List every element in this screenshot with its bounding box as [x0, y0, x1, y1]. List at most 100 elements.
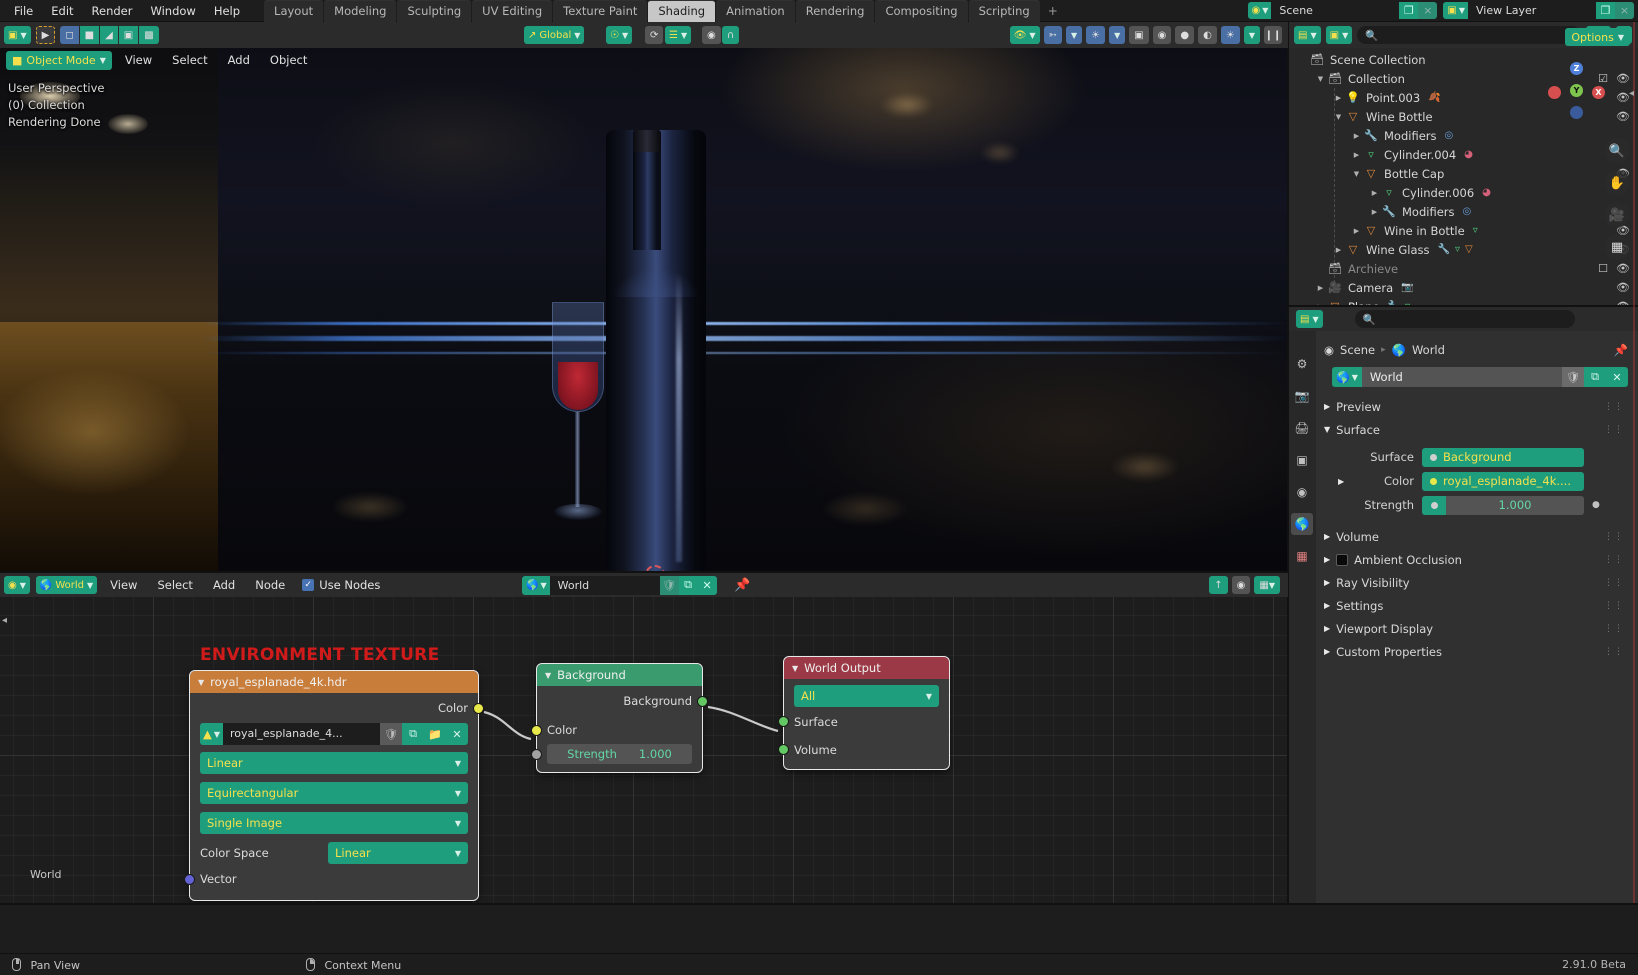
proportional-edit-icon[interactable]: ◉ [702, 26, 721, 44]
tab-render-icon[interactable]: 📷 [1291, 385, 1313, 407]
vertical-splitter[interactable] [1287, 22, 1289, 903]
gizmo-axis-z[interactable]: Z [1570, 62, 1583, 75]
scene-icon[interactable]: ◉ ▼ [1247, 2, 1272, 19]
unlink-icon[interactable]: ✕ [446, 723, 468, 745]
hand-icon[interactable]: ✋ [1604, 170, 1630, 196]
zoom-icon[interactable]: 🔍 [1604, 138, 1630, 164]
outliner-row-wine-in-bottle[interactable]: ▶ ▽ Wine in Bottle ▿ 👁 [1288, 221, 1638, 240]
select-intersect-icon[interactable]: ▩ [139, 26, 159, 44]
strength-value-field[interactable]: Strength 1.000 [547, 744, 692, 764]
snap-magnet-icon[interactable]: ⟳ [645, 26, 664, 44]
unlink-world-shader-icon[interactable]: ✕ [697, 575, 717, 595]
navigation-gizmo[interactable]: Z Y X [1548, 62, 1606, 120]
outliner-search-input[interactable]: 🔍 [1357, 26, 1581, 44]
shading-material-icon[interactable]: ◐ [1198, 26, 1217, 44]
outliner-row-cylinder-004[interactable]: ▶ ▿ Cylinder.004 ◕ [1288, 145, 1638, 164]
subsurf-icon[interactable]: ◎ [1463, 206, 1472, 217]
material-icon[interactable]: ◕ [1464, 149, 1473, 160]
snap-pivot-button[interactable]: ☉ ▼ [606, 26, 633, 44]
disclosure-collapsed-icon[interactable]: ▶ [1350, 151, 1363, 159]
tab-modeling[interactable]: Modeling [324, 0, 397, 22]
disclosure-collapsed-icon[interactable]: ▶ [1350, 227, 1363, 235]
outliner-row-cylinder-006[interactable]: ▶ ▿ Cylinder.006 ◕ [1288, 183, 1638, 202]
disclosure-collapsed-icon[interactable]: ▶ [1350, 132, 1363, 140]
select-extend-icon[interactable]: ■ [79, 26, 100, 44]
panel-preview-disclosure[interactable]: ▶ [1324, 402, 1330, 411]
tab-texture-icon[interactable]: ▦ [1291, 545, 1313, 567]
snap-node-icon[interactable]: ↑ [1209, 576, 1228, 594]
new-world-shader-icon[interactable]: ⧉ [678, 575, 698, 595]
viewport-menu-select[interactable]: Select [165, 51, 214, 69]
shader-editor-icon[interactable]: ◉ ▼ [4, 576, 30, 594]
world-datablock-name[interactable]: World [549, 575, 660, 595]
new-scene-button[interactable]: ❐ [1399, 2, 1419, 19]
subsurf-icon[interactable]: ◎ [1445, 130, 1454, 141]
outliner-row-modifiers[interactable]: ▶ 🔧 Modifiers ◎ [1288, 202, 1638, 221]
viewport-menu-object[interactable]: Object [263, 51, 314, 69]
select-box-icon[interactable]: ◻ [60, 26, 79, 44]
panel-settings-disclosure[interactable]: ▶ [1324, 601, 1330, 610]
fake-user-icon[interactable]: 🛡 [380, 723, 402, 745]
eye-icon[interactable]: 👁 [1616, 91, 1630, 104]
node-background[interactable]: ▼ Background Background Color Strength 1… [531, 663, 708, 773]
tab-texture-paint[interactable]: Texture Paint [553, 0, 648, 22]
node-environment-texture[interactable]: ▼ royal_esplanade_4k.hdr Color ▲ ▼ royal_… [184, 670, 484, 901]
outliner-filter-type-icon[interactable]: ▣ ▼ [1325, 26, 1353, 44]
tab-world-icon[interactable]: 🌎 [1291, 513, 1313, 535]
menu-edit[interactable]: Edit [43, 2, 81, 20]
properties-editor-icon[interactable]: ▤ ▼ [1296, 310, 1323, 328]
mesh-data-icon[interactable]: ▿ [1455, 244, 1460, 255]
viewport-menu-add[interactable]: Add [221, 51, 257, 69]
node-canvas[interactable]: ENVIRONMENT TEXTURE ▼ royal_esplanade_4k… [0, 597, 1288, 903]
node-snap-dropdown[interactable]: ▦ ▼ [1254, 576, 1280, 594]
strength-socket-knob[interactable] [1422, 495, 1446, 515]
eye-icon[interactable]: 👁 [1616, 110, 1630, 123]
shading-solid-icon[interactable]: ● [1175, 26, 1195, 44]
panel-volume[interactable]: ▶ Volume ⋮⋮ [1324, 525, 1628, 548]
gizmo-dropdown[interactable]: ▼ [1065, 26, 1083, 44]
viewlayer-icon[interactable]: ▣ ▼ [1443, 2, 1468, 19]
tab-scene-icon[interactable]: ◉ [1291, 481, 1313, 503]
image-name[interactable]: royal_esplanade_4... [223, 723, 380, 745]
pause-render-icon[interactable]: ❙❙ [1264, 26, 1282, 44]
select-invert-icon[interactable]: ▣ [118, 26, 139, 44]
transform-orientation-button[interactable]: ↗ Global ▼ [524, 26, 585, 44]
shader-sidebar-toggle[interactable]: ◂ [2, 615, 7, 626]
socket-out-color[interactable] [473, 703, 484, 714]
panel-ray-visibility[interactable]: ▶ Ray Visibility ⋮⋮ [1324, 571, 1628, 594]
world-datablock-shader[interactable]: 🌎 ▼ World 🛡 ⧉ ✕ [522, 575, 717, 595]
node-world-output[interactable]: ▼ World Output All ▼ Surface Volume [778, 656, 950, 770]
new-view-layer-button[interactable]: ❐ [1596, 2, 1615, 19]
shader-menu-add[interactable]: Add [206, 576, 242, 594]
display-mode-icon[interactable]: ▤ ▼ [1294, 26, 1321, 44]
image-icon[interactable]: ▲ ▼ [200, 723, 224, 745]
3d-viewport[interactable] [0, 22, 1288, 573]
remove-view-layer-button[interactable]: × [1615, 2, 1634, 19]
eye-icon[interactable]: 👁 [1616, 281, 1630, 294]
editor-type-icon[interactable]: ▣ ▼ [4, 26, 31, 44]
socket-in-color[interactable] [531, 725, 542, 736]
surface-shader-selector[interactable]: Background [1422, 447, 1584, 467]
overlay-node-icon[interactable]: ◉ [1231, 576, 1251, 594]
shading-rendered-icon[interactable]: ☀ [1220, 26, 1240, 44]
tab-output-icon[interactable]: 🖨 [1291, 417, 1313, 439]
world-icon[interactable]: 🌎 ▼ [522, 575, 550, 595]
panel-ray-visibility-disclosure[interactable]: ▶ [1324, 578, 1330, 587]
panel-viewport-display[interactable]: ▶ Viewport Display ⋮⋮ [1324, 617, 1628, 640]
socket-out-background[interactable] [697, 696, 708, 707]
new-image-icon[interactable]: ⧉ [402, 723, 424, 745]
eye-icon[interactable]: 👁 [1616, 72, 1630, 85]
shield-icon[interactable]: 🛡 [1562, 367, 1584, 387]
select-subtract-icon[interactable]: ◢ [100, 26, 118, 44]
panel-custom-properties[interactable]: ▶ Custom Properties ⋮⋮ [1324, 640, 1628, 663]
interpolation-dropdown[interactable]: Linear ▼ [200, 752, 468, 774]
panel-preview[interactable]: ▶ Preview ⋮⋮ [1324, 395, 1628, 418]
gizmo-axis-x[interactable]: X [1592, 86, 1605, 99]
xray-toggle-icon[interactable]: ▣ [1129, 26, 1149, 44]
scene-datablock[interactable]: ◉ ▼ Scene ❐ × [1247, 2, 1438, 19]
panel-ao-disclosure[interactable]: ▶ [1324, 555, 1330, 564]
outliner-row-checkbox[interactable]: ☐ [1598, 262, 1608, 275]
viewport-sidebar-toggle[interactable]: ◂ [1629, 88, 1634, 99]
visibility-icon[interactable]: 👁 ▼ [1009, 26, 1040, 44]
shader-menu-node[interactable]: Node [248, 576, 292, 594]
